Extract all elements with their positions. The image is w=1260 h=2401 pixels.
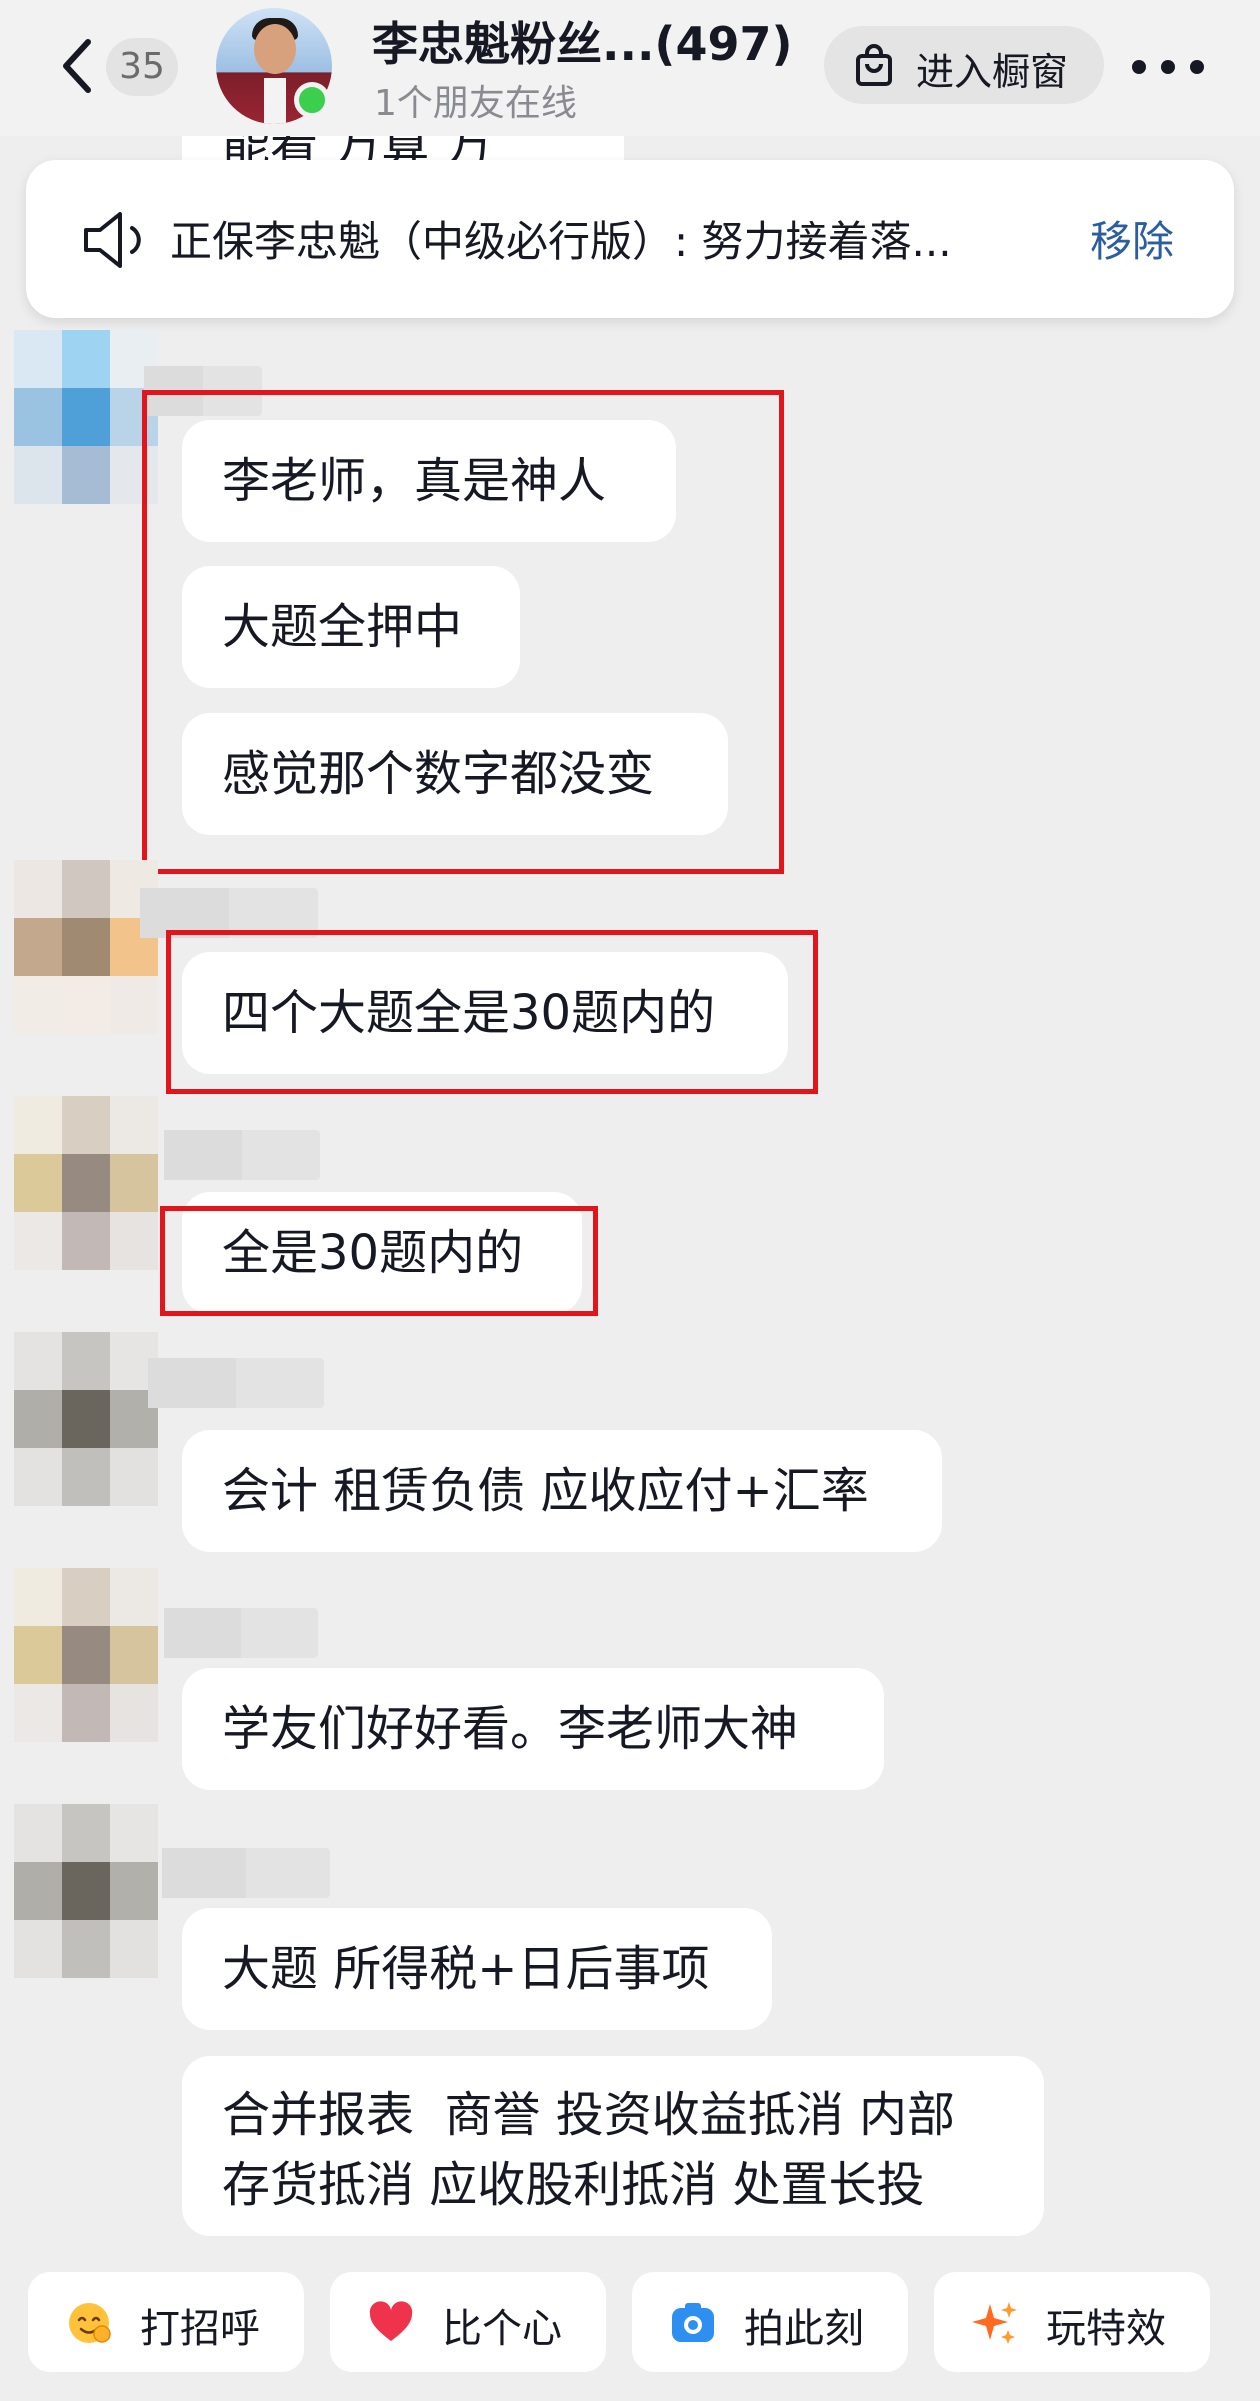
online-status-dot (294, 82, 330, 118)
sender-name-blurred (164, 1608, 318, 1658)
more-icon[interactable] (1130, 46, 1206, 86)
sender-avatar[interactable] (14, 1804, 158, 1978)
message-bubble[interactable]: 大题 所得税+日后事项 (182, 1908, 772, 2030)
sparkle-icon (972, 2302, 1017, 2344)
message-bubble[interactable]: 学友们好好看。李老师大神 (182, 1668, 884, 1790)
highlight-box (160, 1206, 598, 1316)
say-hi-button[interactable]: 打招呼 (28, 2272, 304, 2372)
enter-showcase-button[interactable]: 进入橱窗 (824, 26, 1104, 104)
play-effects-label: 玩特效 (1046, 2306, 1166, 2352)
sender-avatar[interactable] (14, 860, 158, 1034)
chat-header: 35 李忠魁粉丝...(497) 1个朋友在线 进入橱窗 (0, 0, 1260, 136)
online-friends-count: 1个朋友在线 (374, 83, 577, 124)
message-bubble[interactable]: 会计 租赁负债 应收应付+汇率 (182, 1430, 942, 1552)
heart-icon (369, 2301, 413, 2341)
snap-moment-button[interactable]: 拍此刻 (632, 2272, 908, 2372)
sender-name-blurred (162, 1848, 330, 1898)
pinned-notice-bar[interactable]: 正保李忠魁（中级必行版）: 努力接着落... 移除 (26, 160, 1234, 318)
say-hi-label: 打招呼 (140, 2306, 260, 2352)
back-icon[interactable] (56, 34, 96, 98)
make-heart-button[interactable]: 比个心 (330, 2272, 606, 2372)
play-effects-button[interactable]: 玩特效 (934, 2272, 1210, 2372)
partial-message-bubble: 能看 万算 万 (182, 136, 624, 162)
partial-message-text: 能看 万算 万 (222, 136, 493, 162)
make-heart-label: 比个心 (442, 2306, 562, 2352)
group-title[interactable]: 李忠魁粉丝...(497) (372, 8, 793, 74)
sender-avatar[interactable] (14, 1096, 158, 1270)
bag-icon (856, 44, 892, 86)
sender-avatar[interactable] (14, 1568, 158, 1742)
enter-showcase-label: 进入橱窗 (916, 50, 1069, 94)
wave-emoji-icon (69, 2303, 111, 2343)
highlight-box (166, 930, 818, 1094)
camera-icon (672, 2303, 714, 2342)
speaker-icon (84, 212, 141, 268)
snap-moment-label: 拍此刻 (744, 2306, 864, 2352)
sender-name-blurred (148, 1358, 324, 1408)
notice-text: 正保李忠魁（中级必行版）: 努力接着落... (170, 217, 952, 266)
unread-count-badge[interactable]: 35 (106, 38, 178, 96)
sender-name-blurred (164, 1130, 320, 1180)
message-bubble[interactable]: 合并报表 商誉 投资收益抵消 内部 存货抵消 应收股利抵消 处置长投 (182, 2056, 1044, 2236)
sender-avatar[interactable] (14, 1332, 158, 1506)
sender-avatar[interactable] (14, 330, 158, 504)
highlight-box (142, 390, 784, 874)
remove-notice-link[interactable]: 移除 (1090, 208, 1174, 269)
